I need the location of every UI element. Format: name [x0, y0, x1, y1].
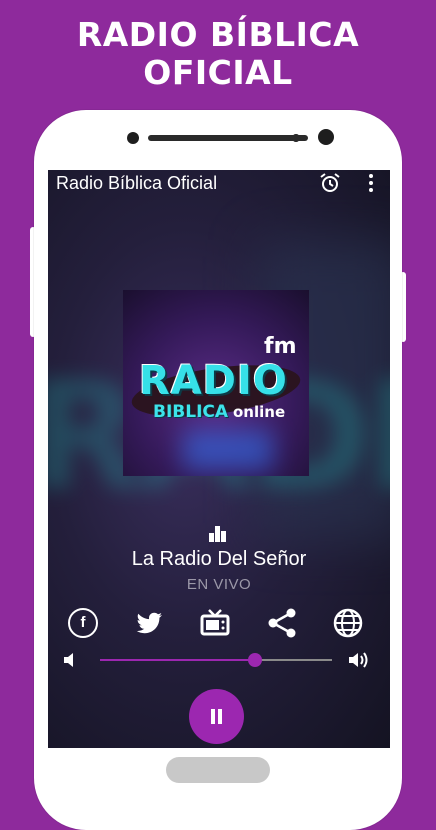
- artwork-fm-text: fm: [264, 334, 297, 359]
- volume-high-icon: [349, 652, 368, 668]
- share-icon[interactable]: [265, 606, 299, 640]
- app-title: Radio Bíblica Oficial: [56, 173, 218, 193]
- volume-low-icon: [64, 653, 73, 667]
- promo-title-line1: RADIO BÍBLICA: [76, 15, 360, 54]
- facebook-glyph: f: [68, 608, 98, 638]
- live-status: EN VIVO: [186, 576, 252, 593]
- artwork-biblica-text: BIBLICA: [153, 402, 229, 422]
- globe-icon[interactable]: [331, 606, 365, 640]
- app-screen: RADIO Radio Bíblica Oficial fm RADIO BIB…: [48, 170, 390, 748]
- alarm-icon[interactable]: [319, 172, 341, 194]
- promo-title-line2: OFICIAL: [143, 53, 293, 92]
- facebook-icon[interactable]: f: [66, 606, 100, 640]
- station-name: La Radio Del Señor: [131, 548, 307, 570]
- pause-icon: [211, 709, 215, 724]
- promo-title: RADIO BÍBLICA OFICIAL: [0, 16, 436, 92]
- phone-camera: [318, 129, 334, 145]
- equalizer-icon: [209, 526, 227, 542]
- phone-home-button: [166, 757, 270, 783]
- volume-slider-fill: [100, 659, 256, 661]
- volume-slider[interactable]: [100, 653, 332, 667]
- artwork-online-text: online: [233, 403, 286, 421]
- app-bar: Radio Bíblica Oficial: [48, 170, 390, 196]
- more-vert-icon[interactable]: [364, 172, 378, 194]
- station-artwork: fm RADIO BIBLICA online: [123, 290, 309, 476]
- artwork-light: [183, 430, 273, 470]
- tv-icon[interactable]: [198, 606, 232, 640]
- artwork-radio-text: RADIO: [139, 358, 288, 404]
- phone-speaker: [148, 135, 308, 141]
- volume-slider-thumb[interactable]: [248, 653, 263, 667]
- twitter-icon[interactable]: [132, 606, 166, 640]
- pause-button[interactable]: [189, 689, 244, 744]
- phone-sensor: [127, 132, 139, 144]
